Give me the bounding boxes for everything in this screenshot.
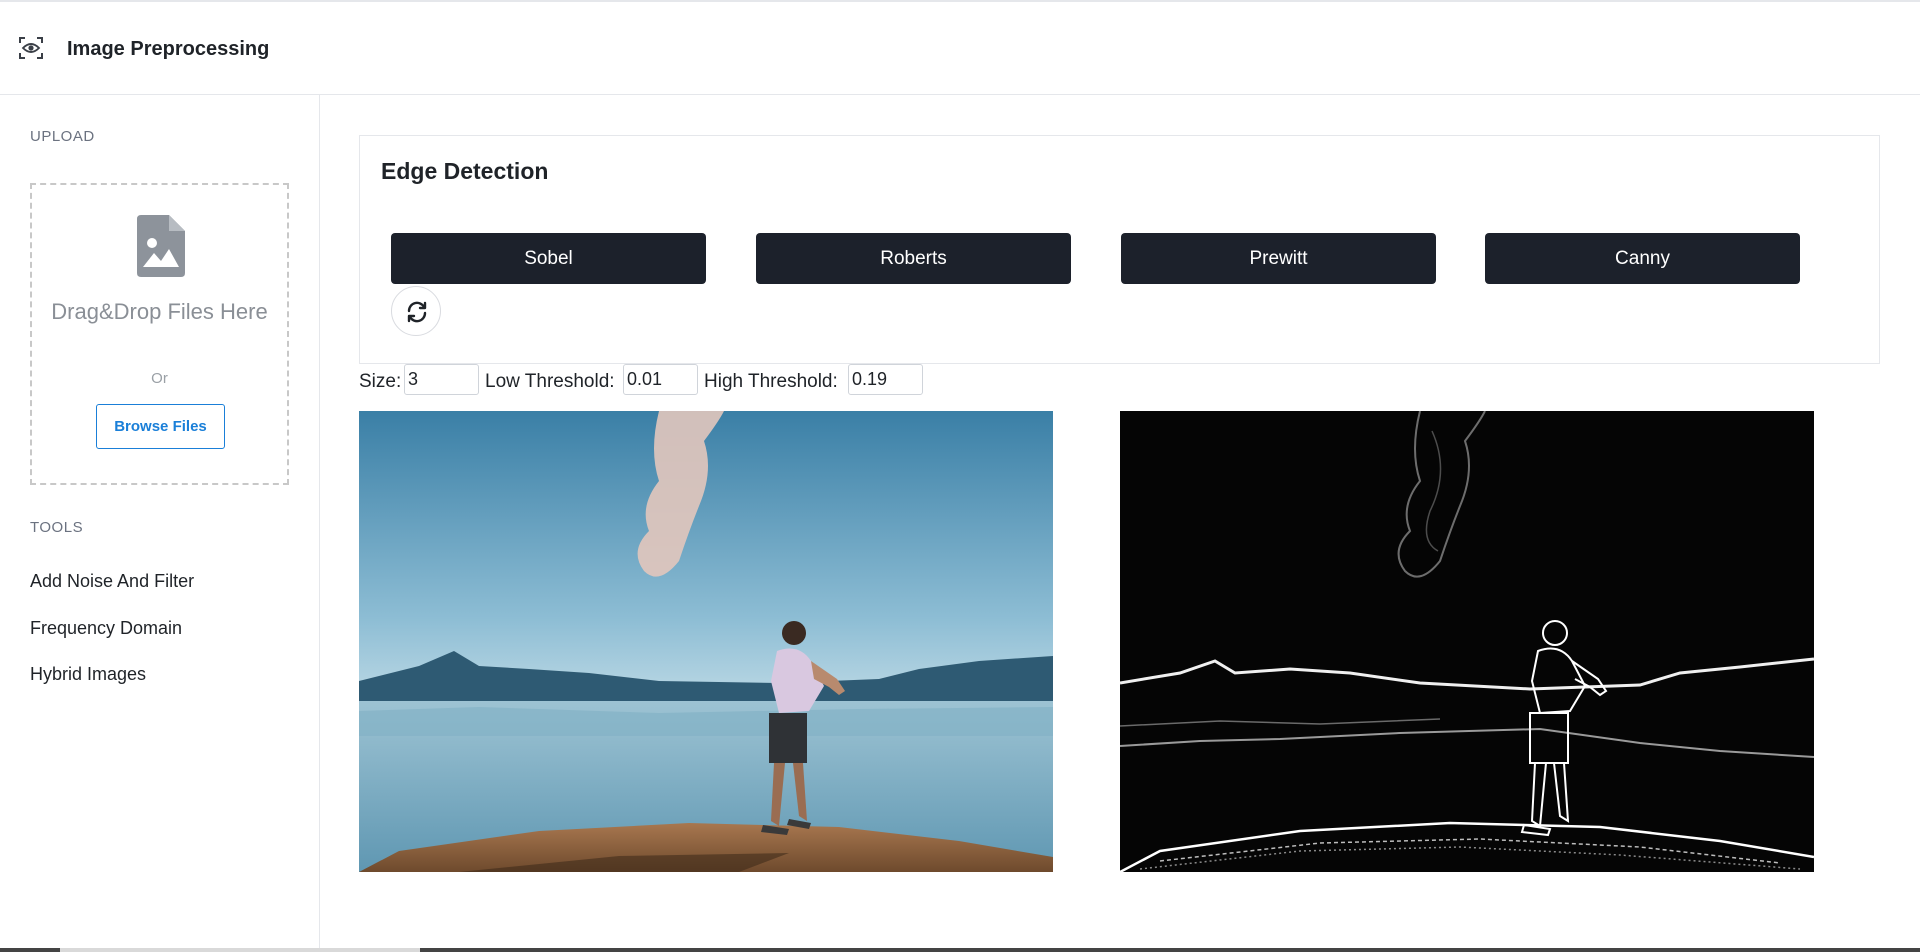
dropzone-or-text: Or	[151, 370, 168, 387]
low-threshold-input[interactable]	[623, 364, 698, 395]
bottom-scrollbar-thumb[interactable]	[60, 948, 420, 952]
tool-link-frequency-domain[interactable]: Frequency Domain	[30, 618, 182, 639]
sidebar: UPLOAD Drag&Drop Files Here Or Browse Fi…	[0, 95, 320, 952]
edge-detection-card: Edge Detection Sobel Roberts Prewitt Can…	[359, 135, 1880, 364]
size-input[interactable]	[404, 364, 479, 395]
edge-detection-title: Edge Detection	[381, 158, 549, 184]
tool-link-add-noise-and-filter[interactable]: Add Noise And Filter	[30, 571, 194, 592]
canny-button[interactable]: Canny	[1485, 233, 1800, 284]
file-dropzone[interactable]: Drag&Drop Files Here Or Browse Files	[30, 183, 289, 485]
bottom-scrollbar-track	[420, 948, 1920, 952]
prewitt-button[interactable]: Prewitt	[1121, 233, 1436, 284]
tool-link-hybrid-images[interactable]: Hybrid Images	[30, 664, 146, 685]
high-threshold-input[interactable]	[848, 364, 923, 395]
original-image	[359, 411, 1053, 872]
roberts-button[interactable]: Roberts	[756, 233, 1071, 284]
edge-detected-image	[1120, 411, 1814, 872]
sobel-button[interactable]: Sobel	[391, 233, 706, 284]
app-header: Image Preprocessing	[0, 2, 1920, 95]
size-label: Size:	[359, 371, 402, 392]
refresh-icon	[407, 301, 427, 323]
low-threshold-label: Low Threshold:	[485, 371, 615, 392]
eye-scan-icon	[18, 35, 44, 61]
browse-files-button[interactable]: Browse Files	[96, 404, 225, 449]
app-title: Image Preprocessing	[67, 38, 270, 60]
tools-section-label: TOOLS	[30, 519, 84, 536]
refresh-button[interactable]	[391, 286, 441, 336]
high-threshold-label: High Threshold:	[704, 371, 838, 392]
bottom-scrollbar-left	[0, 948, 60, 952]
image-file-icon	[137, 215, 185, 277]
dropzone-text: Drag&Drop Files Here	[51, 299, 268, 324]
upload-section-label: UPLOAD	[30, 128, 95, 145]
